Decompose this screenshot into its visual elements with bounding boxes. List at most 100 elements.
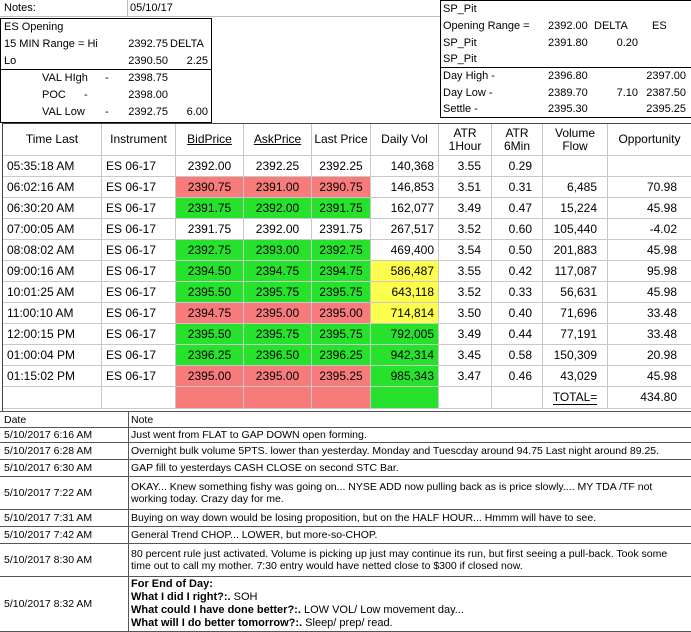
- time-cell[interactable]: 08:08:02 AM: [3, 240, 102, 261]
- instrument-cell[interactable]: ES 06-17: [102, 198, 176, 219]
- opportunity-cell[interactable]: 45.98: [608, 198, 691, 219]
- instrument-cell[interactable]: ES 06-17: [102, 366, 176, 387]
- time-cell[interactable]: 05:35:18 AM: [3, 156, 102, 177]
- notes-entry-text[interactable]: GAP fill to yesterdays CASH CLOSE on sec…: [131, 460, 687, 476]
- instrument-cell[interactable]: ES 06-17: [102, 261, 176, 282]
- atr-1hour-cell[interactable]: 3.49: [439, 198, 492, 219]
- time-cell[interactable]: 11:00:10 AM: [3, 303, 102, 324]
- instrument-cell[interactable]: ES 06-17: [102, 240, 176, 261]
- ask-price-cell[interactable]: 2394.75: [244, 261, 312, 282]
- last-price-cell[interactable]: 2392.25: [312, 156, 371, 177]
- volume-flow-cell[interactable]: 6,485: [543, 177, 608, 198]
- daily-vol-cell[interactable]: 586,487: [371, 261, 439, 282]
- last-price-cell[interactable]: 2395.00: [312, 303, 371, 324]
- notes-entry-text[interactable]: For End of Day: What I did I right?:. SOH…: [131, 577, 687, 631]
- atr-6min-cell[interactable]: 0.42: [492, 261, 543, 282]
- daily-vol-cell[interactable]: 985,343: [371, 366, 439, 387]
- atr-6min-cell[interactable]: 0.40: [492, 303, 543, 324]
- last-price-cell[interactable]: 2395.75: [312, 324, 371, 345]
- notes-entry-text[interactable]: Buying on way down would be losing propo…: [131, 510, 687, 526]
- volume-flow-cell[interactable]: 77,191: [543, 324, 608, 345]
- atr-6min-cell[interactable]: 0.44: [492, 324, 543, 345]
- time-cell[interactable]: 06:30:20 AM: [3, 198, 102, 219]
- col-volume-flow[interactable]: Volume Flow: [543, 124, 608, 156]
- atr-6min-cell[interactable]: 0.58: [492, 345, 543, 366]
- last-price-cell[interactable]: 2395.25: [312, 366, 371, 387]
- opportunity-cell[interactable]: [608, 156, 691, 177]
- last-price-cell[interactable]: 2391.75: [312, 219, 371, 240]
- atr-1hour-cell[interactable]: 3.51: [439, 177, 492, 198]
- atr-1hour-cell[interactable]: 3.55: [439, 261, 492, 282]
- atr-1hour-cell[interactable]: 3.45: [439, 345, 492, 366]
- opportunity-cell[interactable]: 45.98: [608, 240, 691, 261]
- atr-1hour-cell[interactable]: 3.54: [439, 240, 492, 261]
- ask-price-cell[interactable]: 2395.00: [244, 303, 312, 324]
- volume-flow-cell[interactable]: 150,309: [543, 345, 608, 366]
- ask-price-cell[interactable]: 2392.00: [244, 219, 312, 240]
- last-price-cell[interactable]: 2392.75: [312, 240, 371, 261]
- time-cell[interactable]: 06:02:16 AM: [3, 177, 102, 198]
- last-price-cell[interactable]: 2390.75: [312, 177, 371, 198]
- daily-vol-cell[interactable]: 146,853: [371, 177, 439, 198]
- bid-price-cell[interactable]: 2395.00: [176, 366, 244, 387]
- atr-1hour-cell[interactable]: 3.49: [439, 324, 492, 345]
- col-opportunity[interactable]: Opportunity: [608, 124, 691, 156]
- volume-flow-cell[interactable]: 71,696: [543, 303, 608, 324]
- volume-flow-cell[interactable]: 201,883: [543, 240, 608, 261]
- daily-vol-cell[interactable]: 162,077: [371, 198, 439, 219]
- notes-entry-text[interactable]: OKAY... Knew something fishy was going o…: [131, 477, 687, 509]
- instrument-cell[interactable]: ES 06-17: [102, 345, 176, 366]
- notes-entry-text[interactable]: Overnight bulk volume 5PTS. lower than y…: [131, 443, 687, 459]
- bid-price-cell[interactable]: 2395.50: [176, 282, 244, 303]
- atr-1hour-cell[interactable]: 3.55: [439, 156, 492, 177]
- last-price-cell[interactable]: 2396.25: [312, 345, 371, 366]
- time-cell[interactable]: 07:00:05 AM: [3, 219, 102, 240]
- instrument-cell[interactable]: ES 06-17: [102, 282, 176, 303]
- instrument-cell[interactable]: ES 06-17: [102, 156, 176, 177]
- atr-6min-cell[interactable]: 0.33: [492, 282, 543, 303]
- atr-6min-cell[interactable]: 0.31: [492, 177, 543, 198]
- atr-6min-cell[interactable]: 0.50: [492, 240, 543, 261]
- volume-flow-cell[interactable]: 105,440: [543, 219, 608, 240]
- opportunity-cell[interactable]: 45.98: [608, 366, 691, 387]
- bid-price-cell[interactable]: 2390.75: [176, 177, 244, 198]
- ask-price-cell[interactable]: 2392.25: [244, 156, 312, 177]
- col-last-price[interactable]: Last Price: [312, 124, 371, 156]
- ask-price-cell[interactable]: 2393.00: [244, 240, 312, 261]
- time-cell[interactable]: 09:00:16 AM: [3, 261, 102, 282]
- bid-price-cell[interactable]: 2395.50: [176, 324, 244, 345]
- notes-entry-row[interactable]: 5/10/2017 8:30 AM 80 percent rule just ac…: [0, 544, 691, 577]
- ask-price-cell[interactable]: 2396.50: [244, 345, 312, 366]
- col-bid-price[interactable]: BidPrice: [176, 124, 244, 156]
- daily-vol-cell[interactable]: 942,314: [371, 345, 439, 366]
- bid-price-cell[interactable]: 2394.75: [176, 303, 244, 324]
- time-cell[interactable]: 01:00:04 PM: [3, 345, 102, 366]
- daily-vol-cell[interactable]: 714,814: [371, 303, 439, 324]
- atr-6min-cell[interactable]: 0.47: [492, 198, 543, 219]
- col-instrument[interactable]: Instrument: [102, 124, 176, 156]
- opportunity-cell[interactable]: 33.48: [608, 303, 691, 324]
- instrument-cell[interactable]: ES 06-17: [102, 177, 176, 198]
- instrument-cell[interactable]: ES 06-17: [102, 303, 176, 324]
- atr-1hour-cell[interactable]: 3.52: [439, 282, 492, 303]
- bid-price-cell[interactable]: 2394.50: [176, 261, 244, 282]
- col-time-last[interactable]: Time Last: [3, 124, 102, 156]
- atr-6min-cell[interactable]: 0.29: [492, 156, 543, 177]
- last-price-cell[interactable]: 2395.75: [312, 282, 371, 303]
- col-ask-price[interactable]: AskPrice: [244, 124, 312, 156]
- atr-1hour-cell[interactable]: 3.47: [439, 366, 492, 387]
- notes-entry-row[interactable]: 5/10/2017 7:31 AM Buying on way down woul…: [0, 510, 691, 527]
- bid-price-cell[interactable]: 2391.75: [176, 219, 244, 240]
- opportunity-cell[interactable]: -4.02: [608, 219, 691, 240]
- ask-price-cell[interactable]: 2392.00: [244, 198, 312, 219]
- opportunity-cell[interactable]: 33.48: [608, 324, 691, 345]
- daily-vol-cell[interactable]: 643,118: [371, 282, 439, 303]
- atr-6min-cell[interactable]: 0.60: [492, 219, 543, 240]
- daily-vol-cell[interactable]: 792,005: [371, 324, 439, 345]
- instrument-cell[interactable]: ES 06-17: [102, 324, 176, 345]
- volume-flow-cell[interactable]: 43,029: [543, 366, 608, 387]
- volume-flow-cell[interactable]: [543, 156, 608, 177]
- volume-flow-cell[interactable]: 15,224: [543, 198, 608, 219]
- notes-entry-row[interactable]: 5/10/2017 6:30 AM GAP fill to yesterdays …: [0, 460, 691, 477]
- ask-price-cell[interactable]: 2395.75: [244, 282, 312, 303]
